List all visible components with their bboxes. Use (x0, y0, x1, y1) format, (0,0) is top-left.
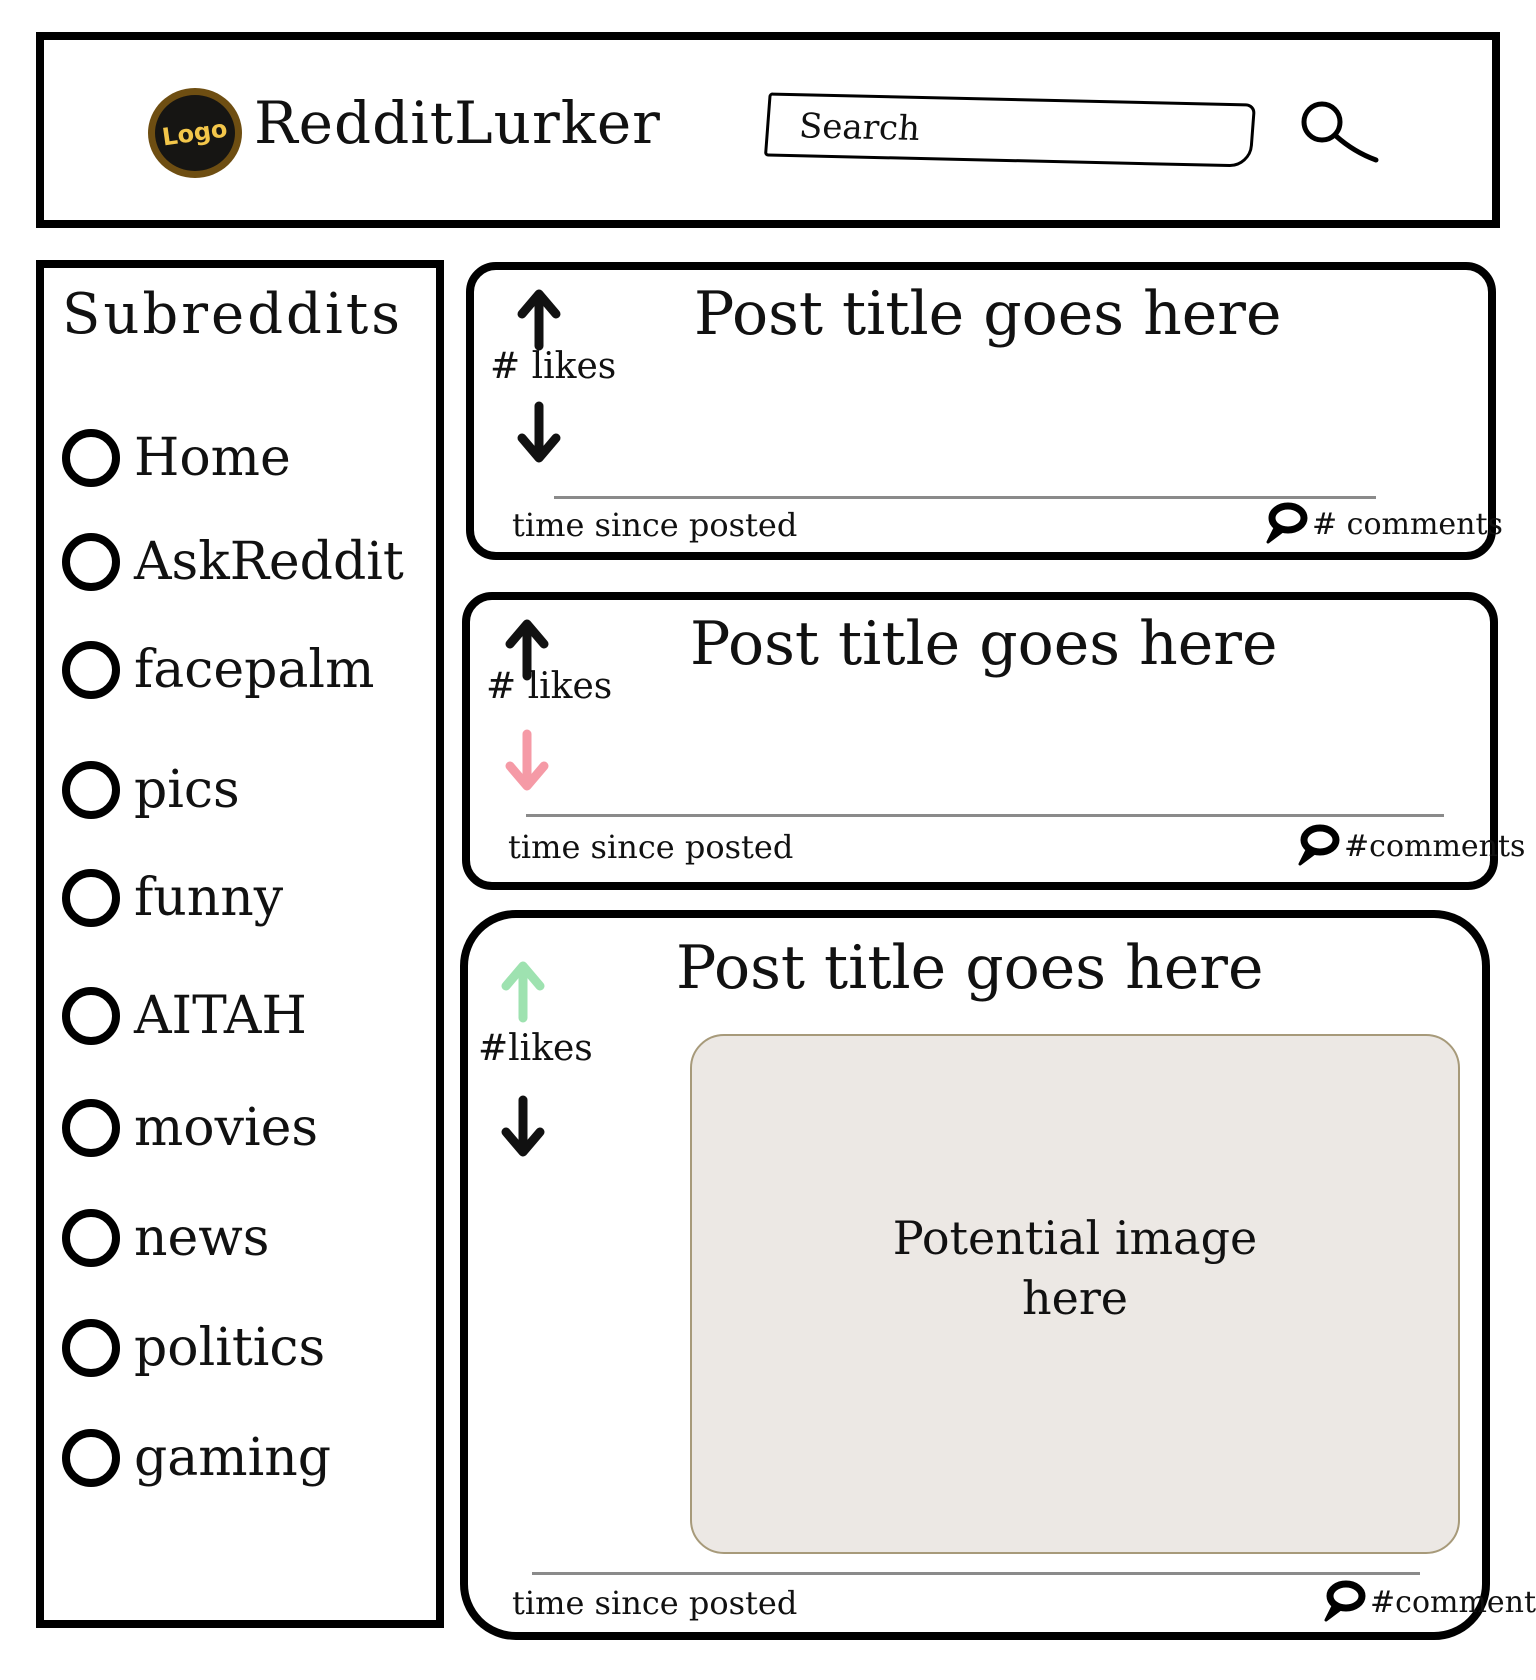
post-time: time since posted (508, 828, 794, 866)
likes-count: #likes (478, 1028, 593, 1069)
sidebar-item-label: AITAH (134, 986, 307, 1046)
radio-icon[interactable] (62, 987, 120, 1045)
upvote-arrow-icon[interactable] (496, 958, 550, 1024)
comment-bubble-icon (1324, 1580, 1366, 1622)
comments-link[interactable]: #comments (1294, 824, 1525, 868)
sidebar-item-label: pics (134, 760, 240, 820)
sidebar-item-label: politics (134, 1318, 326, 1378)
sidebar-title: Subreddits (62, 282, 404, 347)
post-divider (554, 496, 1376, 499)
post-image-placeholder[interactable]: Potential image here (690, 1034, 1460, 1554)
post-title[interactable]: Post title goes here (676, 932, 1263, 1004)
post-time: time since posted (512, 1584, 798, 1622)
logo[interactable]: Logo (148, 88, 242, 178)
comments-count: # comments (1312, 506, 1503, 542)
search-placeholder: Search (797, 106, 922, 149)
post-card[interactable]: # likes Post title goes here time since … (466, 262, 1503, 560)
upvote-arrow-icon[interactable] (512, 286, 566, 352)
post-title[interactable]: Post title goes here (694, 278, 1281, 350)
comment-bubble-icon (1266, 502, 1308, 544)
search-icon[interactable] (1288, 90, 1384, 186)
likes-count: # likes (486, 666, 613, 707)
sidebar-item-home[interactable]: Home (62, 418, 432, 498)
sidebar-item-label: gaming (134, 1428, 332, 1488)
logo-text: Logo (160, 114, 230, 152)
sidebar-item-label: Home (134, 428, 291, 488)
sidebar-item-aitah[interactable]: AITAH (62, 976, 432, 1056)
sidebar-item-label: AskReddit (134, 532, 404, 592)
post-card[interactable]: # likes Post title goes here time since … (462, 592, 1525, 890)
radio-icon[interactable] (62, 533, 120, 591)
downvote-arrow-icon[interactable] (512, 400, 566, 466)
sidebar-item-gaming[interactable]: gaming (62, 1418, 432, 1498)
comments-link[interactable]: # comments (1262, 502, 1503, 546)
post-time: time since posted (512, 506, 798, 544)
sidebar-item-askreddit[interactable]: AskReddit (62, 522, 432, 602)
comment-bubble-icon (1298, 824, 1340, 866)
sidebar: Subreddits Home AskReddit facepalm pics … (36, 260, 444, 1628)
search-input[interactable]: Search (763, 92, 1257, 168)
sidebar-item-politics[interactable]: politics (62, 1308, 432, 1388)
radio-icon[interactable] (62, 869, 120, 927)
radio-icon[interactable] (62, 429, 120, 487)
app-title: RedditLurker (254, 89, 661, 157)
header-bar: Logo RedditLurker Search (36, 32, 1500, 228)
comments-link[interactable]: #comments (1320, 1580, 1536, 1624)
likes-count: # likes (490, 346, 617, 387)
downvote-arrow-icon[interactable] (500, 728, 554, 794)
sidebar-item-label: movies (134, 1098, 319, 1158)
sidebar-item-facepalm[interactable]: facepalm (62, 630, 432, 710)
post-divider (526, 814, 1444, 817)
post-divider (532, 1572, 1420, 1575)
radio-icon[interactable] (62, 641, 120, 699)
sidebar-item-label: news (134, 1208, 270, 1268)
sidebar-item-pics[interactable]: pics (62, 750, 432, 830)
sidebar-item-movies[interactable]: movies (62, 1088, 432, 1168)
radio-icon[interactable] (62, 761, 120, 819)
sidebar-item-label: facepalm (134, 640, 375, 700)
radio-icon[interactable] (62, 1209, 120, 1267)
comments-count: #comments (1344, 828, 1526, 864)
sidebar-item-news[interactable]: news (62, 1198, 432, 1278)
radio-icon[interactable] (62, 1319, 120, 1377)
radio-icon[interactable] (62, 1429, 120, 1487)
comments-count: #comments (1370, 1584, 1536, 1620)
downvote-arrow-icon[interactable] (496, 1094, 550, 1160)
post-card[interactable]: #likes Post title goes here Potential im… (460, 910, 1536, 1640)
sidebar-item-funny[interactable]: funny (62, 858, 432, 938)
radio-icon[interactable] (62, 1099, 120, 1157)
post-title[interactable]: Post title goes here (690, 608, 1277, 680)
sidebar-item-label: funny (134, 868, 284, 928)
image-caption: Potential image here (892, 1211, 1258, 1325)
